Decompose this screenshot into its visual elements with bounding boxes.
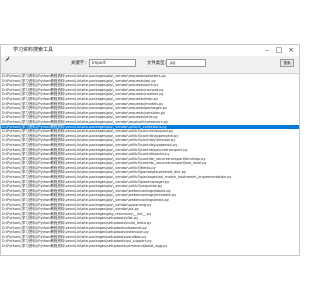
search-tool-window: 学习资料搜索工具 – □ × 关键字： import 文件类型： .py 搜索 … [0,44,300,256]
feather-icon [4,47,11,62]
keyword-label: 关键字： [71,61,89,66]
file-type-input[interactable]: .py [166,59,206,67]
close-icon[interactable]: × [285,45,297,56]
window-controls: – □ × [261,45,297,56]
minimize-icon[interactable]: – [261,45,273,56]
list-item[interactable]: D:\Python\(学习资料)\Python教程资料\venv\Lib\sit… [1,244,299,249]
search-toolbar: 关键字： import 文件类型： .py 搜索 [1,56,299,73]
window-title: 学习资料搜索工具 [13,47,54,53]
search-button[interactable]: 搜索 [280,59,294,67]
maximize-icon[interactable]: □ [273,45,285,56]
keyword-input[interactable]: import [89,59,136,67]
results-list[interactable]: D:\Python\(学习资料)\Python教程资料\venv\Lib\sit… [1,73,299,255]
title-bar: 学习资料搜索工具 – □ × [1,45,299,62]
